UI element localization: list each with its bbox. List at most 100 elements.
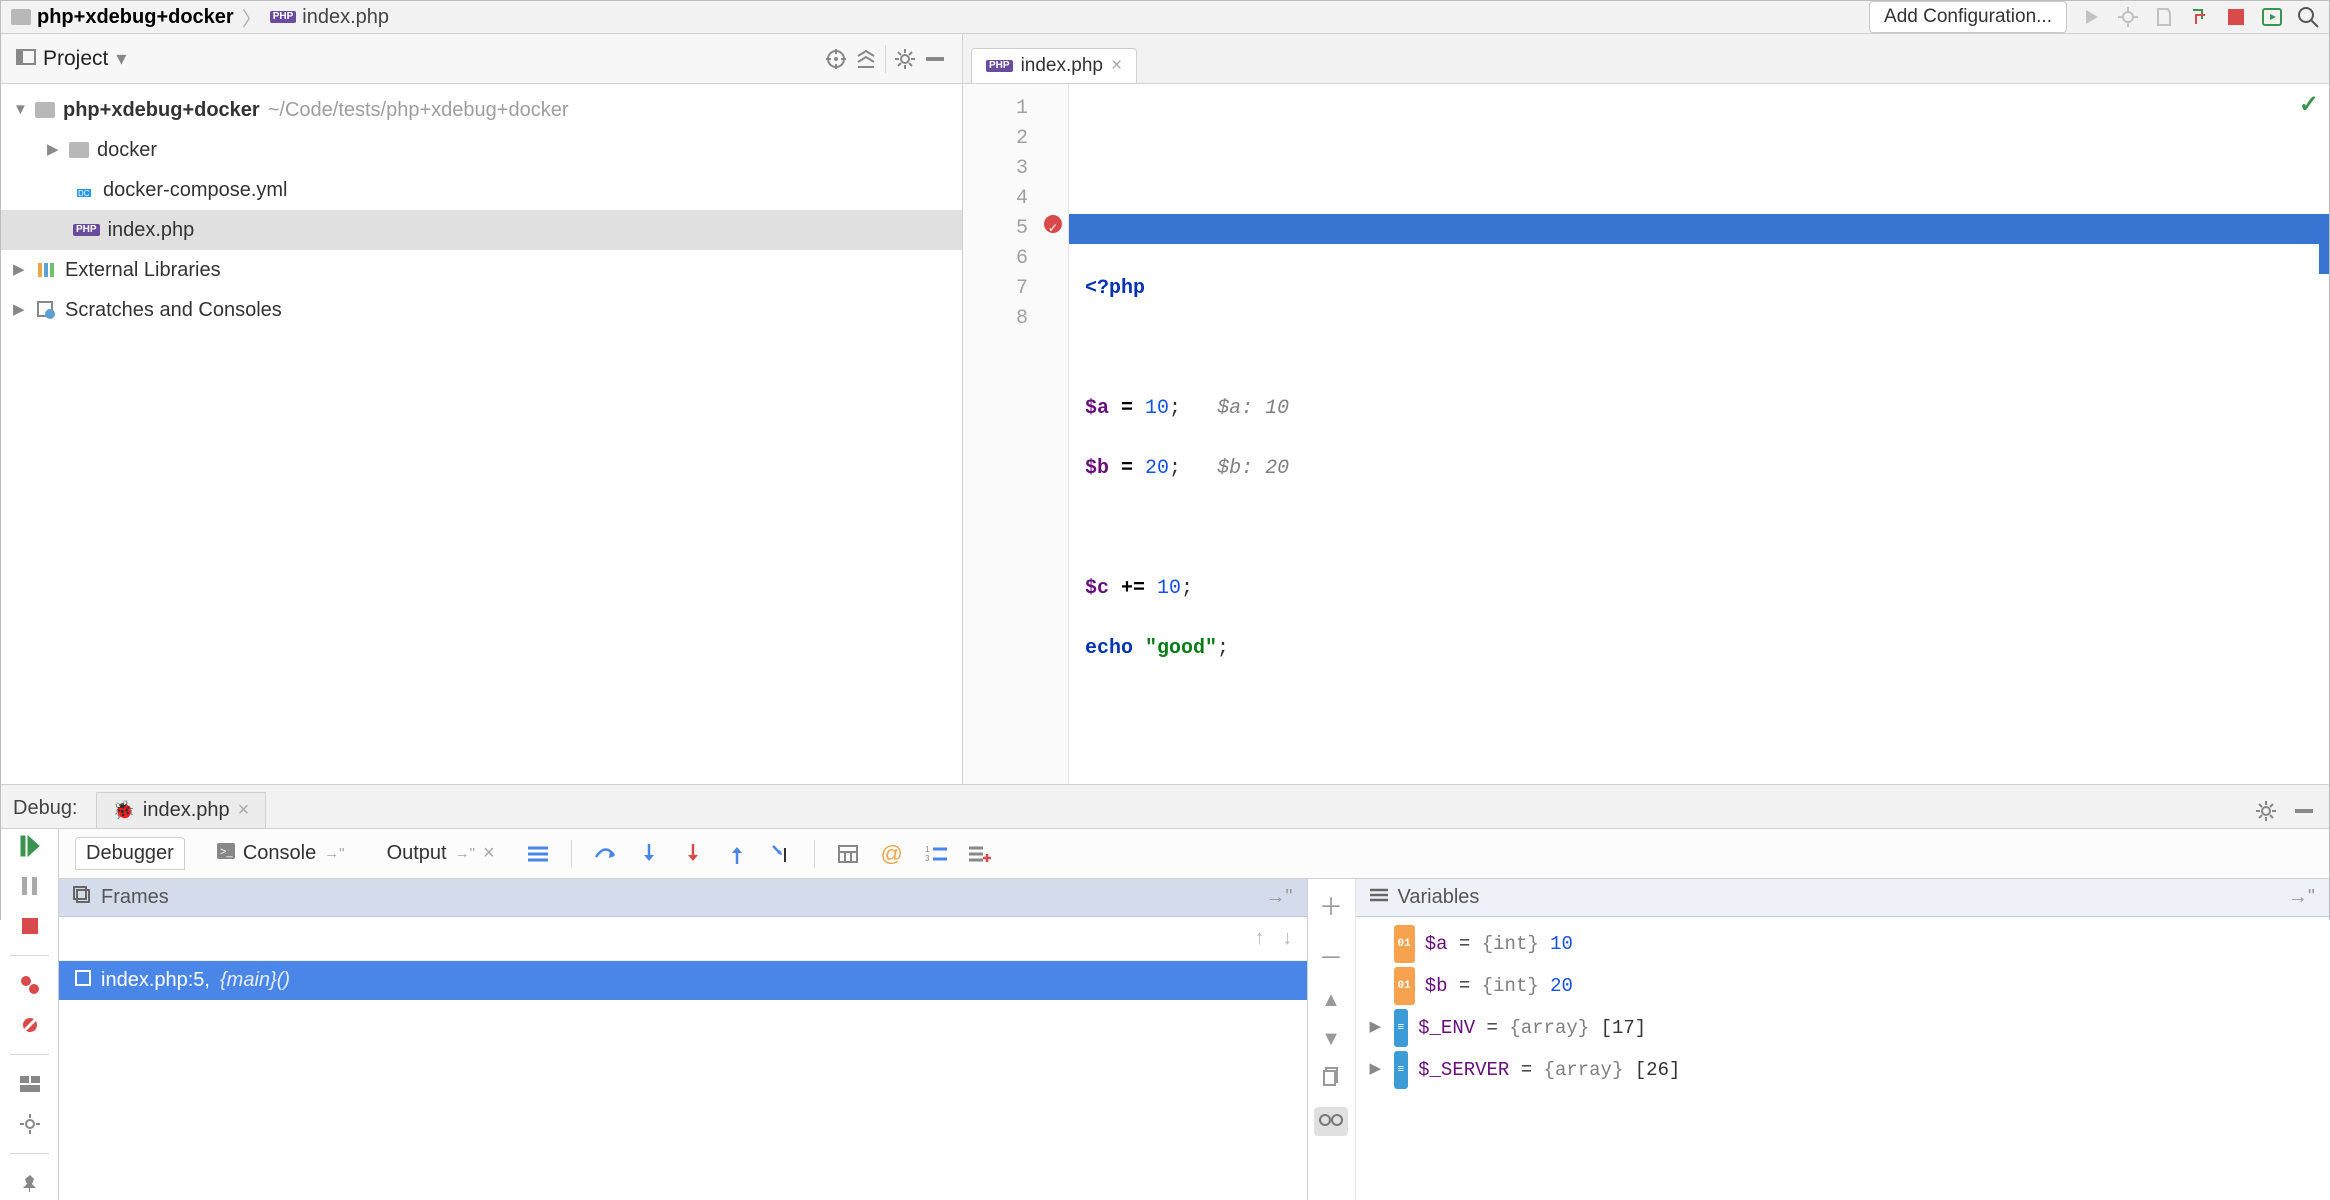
chevron-right-icon[interactable]: ▶ xyxy=(13,290,27,330)
pin-indicator-icon: →" xyxy=(1265,886,1292,909)
pin-indicator-icon: →" xyxy=(324,845,344,862)
pause-icon[interactable] xyxy=(19,875,41,897)
tab-console[interactable]: >_ Console →" xyxy=(207,838,355,869)
run-icon[interactable] xyxy=(2081,6,2103,28)
up-icon[interactable]: ▲ xyxy=(1321,989,1341,1012)
tree-node-index[interactable]: PHP index.php xyxy=(1,210,962,250)
tree-node-label: index.php xyxy=(108,210,195,250)
run-to-cursor-icon[interactable] xyxy=(770,843,792,865)
gear-icon[interactable] xyxy=(894,48,916,70)
variable-row[interactable]: 01 $a = {int} 10 xyxy=(1356,923,2330,965)
breadcrumb[interactable]: php+xdebug+docker 〉 PHP index.php xyxy=(11,3,389,32)
coverage-icon[interactable] xyxy=(2153,6,2175,28)
project-panel-title: Project xyxy=(43,47,108,71)
debug-session-label: index.php xyxy=(143,799,230,822)
tab-label: Output xyxy=(387,842,447,865)
variable-row[interactable]: 01 $b = {int} 20 xyxy=(1356,965,2330,1007)
chevron-down-icon[interactable]: ▼ xyxy=(13,90,27,130)
listen-icon[interactable] xyxy=(2189,6,2211,28)
frame-icon xyxy=(75,969,91,992)
variables-list[interactable]: 01 $a = {int} 10 01 $b = {int} 20 ▶≡ $_E… xyxy=(1356,917,2330,1200)
editor-gutter[interactable]: 1 2 3 4 5 6 7 8 xyxy=(963,84,1069,784)
editor-tabs[interactable]: PHP index.php × xyxy=(963,34,2329,84)
code-token: = xyxy=(1109,457,1145,480)
tree-node-docker[interactable]: ▶ docker xyxy=(1,130,962,170)
breakpoints-icon[interactable] xyxy=(19,974,41,996)
thread-dump-icon[interactable] xyxy=(527,843,549,865)
close-icon[interactable]: × xyxy=(1111,55,1122,77)
add-watch-icon[interactable] xyxy=(969,843,991,865)
breadcrumb-root[interactable]: php+xdebug+docker xyxy=(11,6,234,29)
frame-row[interactable]: index.php:5, {main}() xyxy=(59,961,1307,1000)
code-token: $b xyxy=(1085,457,1109,480)
tab-output[interactable]: Output →" × xyxy=(377,838,505,869)
folder-icon xyxy=(35,102,55,118)
pin-indicator-icon: →" xyxy=(455,845,475,862)
hide-icon[interactable] xyxy=(2293,800,2315,822)
add-icon[interactable]: ＋ xyxy=(1319,887,1343,922)
code-token: 10 xyxy=(1157,577,1181,600)
tree-node-scratches[interactable]: ▶ Scratches and Consoles xyxy=(1,290,962,330)
debug-icon[interactable] xyxy=(2117,6,2139,28)
glasses-icon[interactable] xyxy=(1314,1107,1348,1136)
target-icon[interactable] xyxy=(825,48,847,70)
tab-debugger[interactable]: Debugger xyxy=(75,837,185,870)
search-icon[interactable] xyxy=(2297,6,2319,28)
chevron-right-icon[interactable]: ▶ xyxy=(13,250,27,290)
hide-icon[interactable] xyxy=(924,48,946,70)
close-icon[interactable]: × xyxy=(238,799,250,822)
variables-header: Variables →" xyxy=(1356,879,2330,917)
next-frame-icon[interactable]: ↓ xyxy=(1283,927,1293,950)
gear-icon[interactable] xyxy=(2255,800,2277,822)
force-step-into-icon[interactable] xyxy=(682,843,704,865)
tree-node-external-libs[interactable]: ▶ External Libraries xyxy=(1,250,962,290)
project-tree[interactable]: ▼ php+xdebug+docker ~/Code/tests/php+xde… xyxy=(1,84,962,784)
array-type-icon: ≡ xyxy=(1394,1009,1409,1047)
layout-icon[interactable] xyxy=(19,1073,41,1095)
code-editor[interactable]: 1 2 3 4 5 6 7 8 ✓ <?php $a = 10; $a: 10 … xyxy=(963,84,2329,784)
debug-session-tab[interactable]: 🐞 index.php × xyxy=(96,792,267,828)
chevron-right-icon[interactable]: ▶ xyxy=(1370,1053,1384,1087)
variable-row[interactable]: ▶≡ $_SERVER = {array} [26] xyxy=(1356,1049,2330,1091)
collapse-all-icon[interactable] xyxy=(855,48,877,70)
settings-icon[interactable] xyxy=(19,1113,41,1135)
mute-breakpoints-icon[interactable] xyxy=(19,1014,41,1036)
remove-icon[interactable]: － xyxy=(1319,938,1343,973)
frames-panel: Frames →" ↑ ↓ index.php:5, {main}() xyxy=(59,879,1308,1200)
step-over-icon[interactable] xyxy=(594,843,616,865)
step-out-icon[interactable] xyxy=(726,843,748,865)
prev-frame-icon[interactable]: ↑ xyxy=(1255,927,1265,950)
chevron-right-icon[interactable]: ▶ xyxy=(47,130,61,170)
editor-tab-index[interactable]: PHP index.php × xyxy=(971,48,1137,83)
php-icon: PHP xyxy=(986,60,1013,72)
tree-node-root[interactable]: ▼ php+xdebug+docker ~/Code/tests/php+xde… xyxy=(1,90,962,130)
breadcrumb-file[interactable]: PHP index.php xyxy=(270,6,389,29)
variable-row[interactable]: ▶≡ $_ENV = {array} [17] xyxy=(1356,1007,2330,1049)
stop-icon[interactable] xyxy=(19,915,41,937)
project-panel-header[interactable]: Project ▾ xyxy=(1,34,962,84)
chevron-down-icon[interactable]: ▾ xyxy=(116,46,126,71)
down-icon[interactable]: ▼ xyxy=(1321,1028,1341,1051)
close-icon[interactable]: × xyxy=(483,842,495,865)
code-token: ; xyxy=(1181,577,1193,600)
pin-icon[interactable] xyxy=(19,1172,41,1194)
breakpoint-icon[interactable] xyxy=(1044,215,1062,233)
code-token: ; xyxy=(1169,397,1217,420)
run-dashboard-icon[interactable] xyxy=(2261,6,2283,28)
code-lines[interactable]: <?php $a = 10; $a: 10 $b = 20; $b: 20 $c… xyxy=(1085,244,2329,724)
tree-node-label: docker-compose.yml xyxy=(103,170,288,210)
resume-icon[interactable] xyxy=(19,835,41,857)
copy-icon[interactable] xyxy=(1323,1067,1339,1091)
chevron-right-icon[interactable]: ▶ xyxy=(1370,1011,1384,1045)
show-values-icon[interactable]: 13 xyxy=(925,843,947,865)
frames-toolbar: ↑ ↓ xyxy=(59,917,1307,961)
breadcrumb-root-label: php+xdebug+docker xyxy=(37,6,234,29)
stop-icon[interactable] xyxy=(2225,6,2247,28)
inspection-ok-icon[interactable]: ✓ xyxy=(2299,92,2319,122)
tree-node-compose[interactable]: DC docker-compose.yml xyxy=(1,170,962,210)
step-into-icon[interactable] xyxy=(638,843,660,865)
evaluate-icon[interactable] xyxy=(837,843,859,865)
code-token: $c = &$a; xyxy=(1085,517,1193,540)
add-configuration-button[interactable]: Add Configuration... xyxy=(1869,1,2067,33)
watch-icon[interactable]: @ xyxy=(881,843,903,865)
